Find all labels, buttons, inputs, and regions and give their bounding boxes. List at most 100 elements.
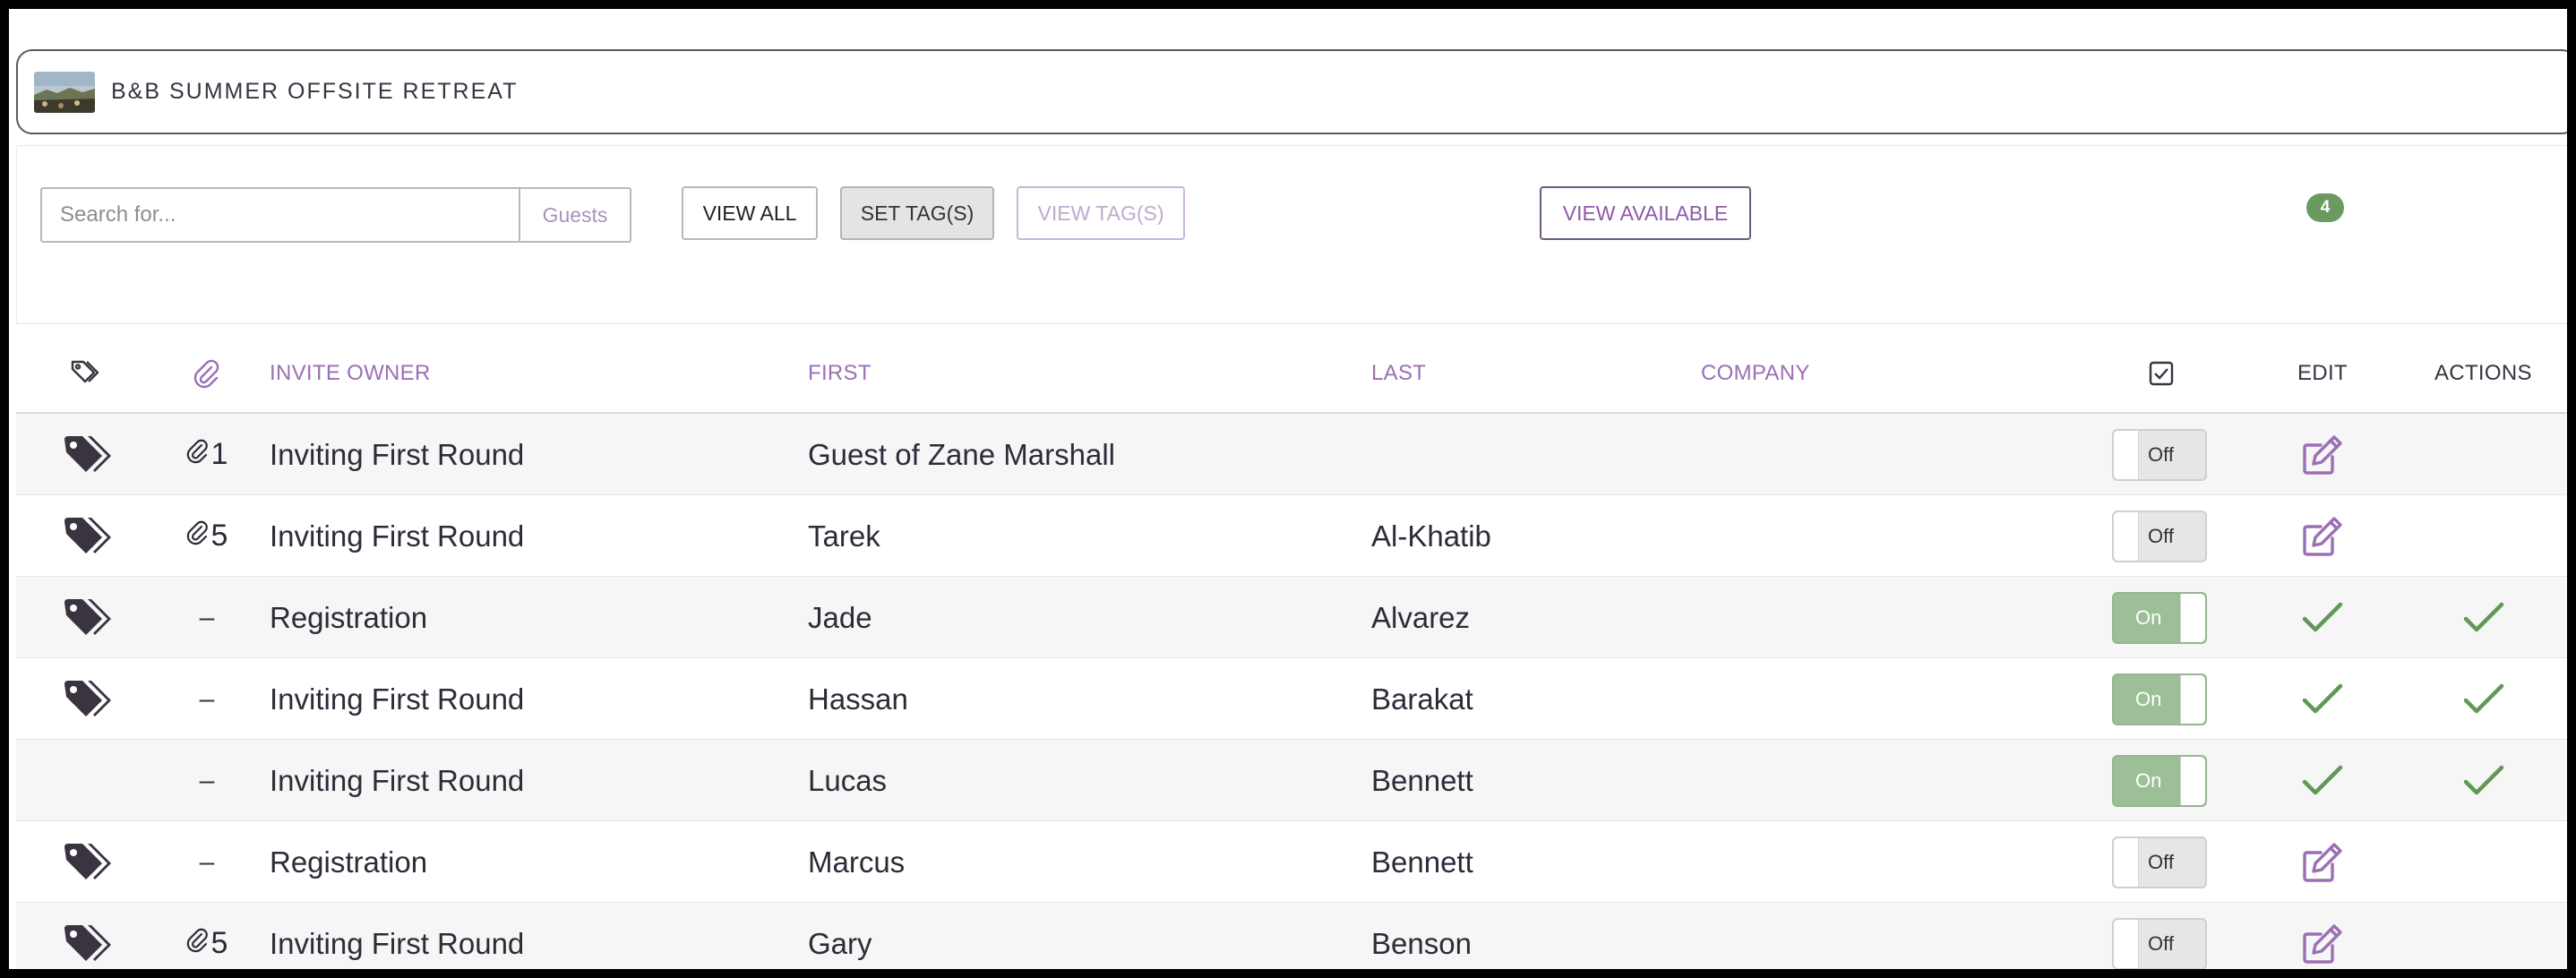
search-scope-label: Guests: [520, 187, 631, 243]
view-tags-button[interactable]: VIEW TAG(S): [1017, 186, 1185, 240]
toggle-cell: On: [2112, 740, 2211, 821]
toggle-label: Off: [2148, 442, 2174, 466]
first-name-header[interactable]: FIRST: [808, 333, 872, 414]
attachment-cell: –: [176, 658, 238, 740]
edit-icon[interactable]: [2291, 821, 2354, 903]
last-name-cell: Bennett: [1371, 845, 1473, 879]
invite-owner-cell: Registration: [270, 600, 428, 634]
toggle-cell: Off: [2112, 903, 2211, 969]
edit-icon[interactable]: [2291, 414, 2354, 495]
check-icon: [2291, 740, 2354, 821]
table-row[interactable]: – Inviting First Round Lucas Bennett On: [16, 740, 2567, 821]
no-attachments-dash: –: [199, 765, 215, 795]
guest-table: INVITE OWNER FIRST LAST COMPANY EDIT ACT…: [16, 333, 2567, 969]
toggle-cell: Off: [2112, 414, 2211, 495]
first-name-cell: Marcus: [808, 845, 906, 879]
check-icon: [2291, 577, 2354, 658]
invite-owner-header[interactable]: INVITE OWNER: [270, 333, 431, 414]
view-available-button[interactable]: VIEW AVAILABLE: [1540, 186, 1751, 240]
tag-header-icon[interactable]: [70, 333, 102, 414]
attachment-count[interactable]: 1: [186, 437, 228, 472]
edit-icon[interactable]: [2291, 495, 2354, 577]
paperclip-icon: [186, 926, 210, 961]
action-check-icon: [2452, 740, 2515, 821]
invite-owner-cell: Inviting First Round: [270, 682, 525, 716]
count-badge: 4: [2306, 193, 2344, 222]
toggle-label: Off: [2148, 524, 2174, 547]
invite-owner-cell: Inviting First Round: [270, 926, 525, 960]
tag-icon[interactable]: [56, 495, 119, 577]
attachment-cell[interactable]: 1: [176, 414, 238, 495]
attachment-cell[interactable]: 5: [176, 495, 238, 577]
toggle-knob: [2180, 674, 2205, 724]
last-name-header[interactable]: LAST: [1371, 333, 1426, 414]
first-name-cell: Jade: [808, 600, 872, 634]
company-header[interactable]: COMPANY: [1701, 333, 1810, 414]
table-row[interactable]: – Registration Marcus Bennett Off: [16, 821, 2567, 903]
table-row[interactable]: – Registration Jade Alvarez On: [16, 577, 2567, 658]
actions-empty-cell: [2452, 821, 2515, 903]
attachment-cell[interactable]: 5: [176, 903, 238, 969]
status-toggle[interactable]: On: [2112, 754, 2207, 807]
status-toggle[interactable]: Off: [2112, 917, 2207, 969]
status-toggle[interactable]: Off: [2112, 836, 2207, 888]
last-name-cell: Barakat: [1371, 682, 1473, 716]
action-check-icon: [2452, 577, 2515, 658]
toggle-cell: On: [2112, 658, 2211, 740]
invite-owner-cell: Inviting First Round: [270, 763, 525, 797]
attachment-count-value: 5: [210, 926, 228, 960]
status-toggle[interactable]: Off: [2112, 428, 2207, 481]
last-name-cell: Benson: [1371, 926, 1472, 960]
table-row[interactable]: 5 Inviting First Round Gary Benson Off: [16, 903, 2567, 969]
last-name-cell: Alvarez: [1371, 600, 1471, 634]
tag-icon[interactable]: [56, 577, 119, 658]
toggle-knob: [2180, 593, 2205, 642]
attachment-header-icon[interactable]: [192, 333, 220, 414]
paperclip-icon: [186, 519, 210, 553]
toggle-knob: [2114, 837, 2139, 887]
event-header: B&B SUMMER OFFSITE RETREAT: [16, 49, 2567, 134]
table-header: INVITE OWNER FIRST LAST COMPANY EDIT ACT…: [16, 333, 2567, 414]
tag-icon[interactable]: [56, 903, 119, 969]
attachment-count-value: 5: [210, 519, 228, 553]
table-row[interactable]: 1 Inviting First Round Guest of Zane Marsh…: [16, 414, 2567, 495]
attachment-count[interactable]: 5: [186, 519, 228, 553]
last-name-cell: Al-Khatib: [1371, 519, 1491, 553]
toggle-knob: [2180, 756, 2205, 805]
attachment-count-value: 1: [210, 437, 228, 471]
tag-icon[interactable]: [56, 414, 119, 495]
select-all-checkbox-icon[interactable]: [2149, 333, 2174, 414]
invite-owner-cell: Inviting First Round: [270, 519, 525, 553]
tag-empty-cell: [56, 740, 119, 821]
status-toggle[interactable]: Off: [2112, 510, 2207, 562]
app-frame: B&B SUMMER OFFSITE RETREAT Guests VIEW A…: [9, 9, 2567, 969]
no-attachments-dash: –: [199, 846, 215, 877]
actions-empty-cell: [2452, 495, 2515, 577]
status-toggle[interactable]: On: [2112, 591, 2207, 644]
toggle-cell: On: [2112, 577, 2211, 658]
toggle-cell: Off: [2112, 495, 2211, 577]
attachment-count[interactable]: 5: [186, 926, 228, 961]
event-thumbnail: [34, 71, 95, 113]
tag-icon[interactable]: [56, 658, 119, 740]
first-name-cell: Hassan: [808, 682, 908, 716]
search-input[interactable]: [40, 187, 520, 243]
invite-owner-cell: Registration: [270, 845, 428, 879]
set-tags-button[interactable]: SET TAG(S): [840, 186, 994, 240]
toggle-knob: [2114, 430, 2139, 479]
search-group: Guests: [40, 187, 631, 243]
view-all-button[interactable]: VIEW ALL: [682, 186, 818, 240]
tag-icon[interactable]: [56, 821, 119, 903]
attachment-cell: –: [176, 577, 238, 658]
paperclip-icon: [186, 437, 210, 472]
table-row[interactable]: 5 Inviting First Round Tarek Al-Khatib Off: [16, 495, 2567, 577]
attachment-cell: –: [176, 740, 238, 821]
action-check-icon: [2452, 658, 2515, 740]
event-title: B&B SUMMER OFFSITE RETREAT: [111, 79, 519, 104]
status-toggle[interactable]: On: [2112, 673, 2207, 725]
toggle-label: Off: [2148, 850, 2174, 873]
actions-empty-cell: [2452, 903, 2515, 969]
toggle-label: On: [2135, 768, 2162, 792]
table-row[interactable]: – Inviting First Round Hassan Barakat On: [16, 658, 2567, 740]
edit-icon[interactable]: [2291, 903, 2354, 969]
